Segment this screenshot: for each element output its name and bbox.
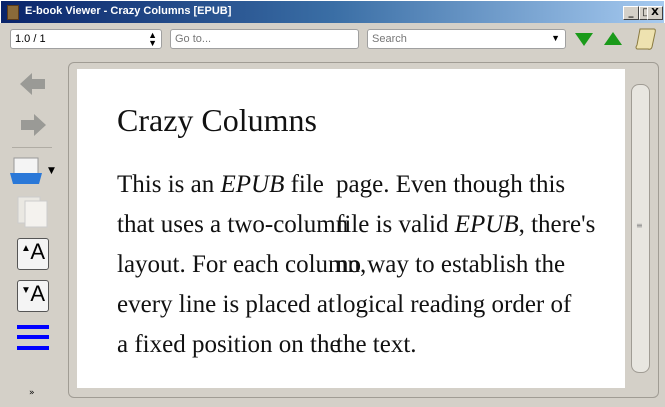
- copy-icon[interactable]: [17, 196, 49, 228]
- scroll-grip-icon[interactable]: ≡: [636, 221, 643, 230]
- position-value: 1.0 / 1: [15, 33, 46, 45]
- app-icon: [7, 5, 19, 20]
- text-line: that uses a two-column: [117, 211, 348, 239]
- chevron-down-icon[interactable]: ▼: [551, 33, 560, 43]
- back-icon[interactable]: [20, 72, 46, 96]
- forward-icon[interactable]: [21, 113, 47, 137]
- text-line: every line is placed at: [117, 291, 335, 319]
- text-span: page. Even though this: [336, 171, 566, 198]
- title-bar: E-book Viewer - Crazy Columns [EPUB] _ □…: [0, 0, 665, 23]
- text-line: page. Even though this: [336, 171, 565, 199]
- text-line: layout. For each column,: [117, 251, 366, 279]
- toc-icon[interactable]: [16, 322, 50, 352]
- close-button[interactable]: X: [647, 6, 663, 20]
- more-icon[interactable]: »: [29, 388, 35, 398]
- text-span: that uses a two-column: [117, 211, 349, 238]
- book-page: Crazy Columns This is an EPUB file that u…: [77, 69, 625, 388]
- chevron-down-icon[interactable]: ▼: [48, 166, 55, 176]
- spin-arrows-icon[interactable]: ▲ ▼: [148, 31, 157, 48]
- text-span: file is valid: [336, 211, 455, 238]
- search-placeholder: Search: [372, 33, 407, 45]
- find-previous-icon[interactable]: [603, 31, 623, 47]
- find-next-icon[interactable]: [574, 31, 594, 47]
- text-line: no way to establish the: [336, 251, 565, 279]
- text-span: file: [284, 171, 324, 198]
- window-title: E-book Viewer - Crazy Columns [EPUB]: [25, 5, 232, 17]
- text-span: a fixed position on the: [117, 331, 341, 358]
- goto-input[interactable]: Go to...: [170, 29, 359, 49]
- emphasis: EPUB: [454, 211, 519, 238]
- text-span: every line is placed at: [117, 291, 335, 318]
- text-line: This is an EPUB file: [117, 171, 324, 199]
- reference-mode-icon[interactable]: [634, 27, 658, 51]
- emphasis: EPUB: [220, 171, 285, 198]
- text-line: a fixed position on the: [117, 331, 341, 359]
- text-line: the text.: [336, 331, 417, 359]
- font-increase-icon[interactable]: A ▲: [17, 238, 49, 270]
- text-span: , there's: [518, 211, 596, 238]
- book-title: Crazy Columns: [117, 102, 317, 138]
- text-span: no way to establish the: [336, 251, 566, 278]
- text-span: logical reading order of: [336, 291, 572, 318]
- search-input[interactable]: Search ▼: [367, 29, 566, 49]
- text-span: layout. For each column,: [117, 251, 367, 278]
- minimize-button[interactable]: _: [623, 6, 639, 20]
- text-line: file is valid EPUB, there's: [336, 211, 595, 239]
- text-span: This is an: [117, 171, 221, 198]
- text-line: logical reading order of: [336, 291, 571, 319]
- font-decrease-icon[interactable]: A ▼: [17, 280, 49, 312]
- open-book-icon[interactable]: [9, 157, 43, 185]
- goto-placeholder: Go to...: [175, 33, 212, 45]
- sidebar-divider: [12, 147, 52, 148]
- vertical-scrollbar[interactable]: ≡: [631, 84, 650, 373]
- text-span: the text.: [336, 331, 417, 358]
- position-spinbox[interactable]: 1.0 / 1 ▲ ▼: [10, 29, 162, 49]
